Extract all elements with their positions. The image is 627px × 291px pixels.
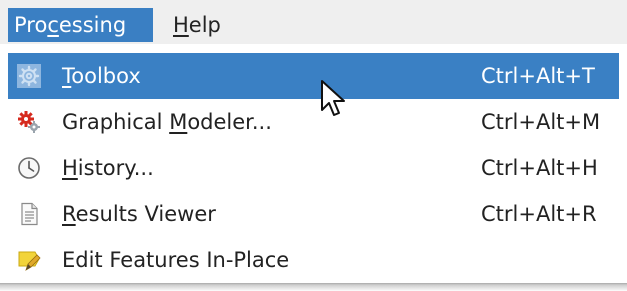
history-mnemonic: H <box>62 156 78 180</box>
menu-processing-post: essing <box>58 13 127 37</box>
results-viewer-label-rest: esults Viewer <box>75 202 216 226</box>
menu-processing-mnemonic: c <box>47 13 59 37</box>
toolbox-icon <box>17 64 41 88</box>
graphical-modeler-label-pre: Graphical <box>62 110 170 134</box>
menu-item-graphical-modeler-shortcut: Ctrl+Alt+M <box>481 110 601 134</box>
menu-item-edit-features-in-place[interactable]: Edit Features In-Place <box>8 237 619 283</box>
menu-item-results-viewer[interactable]: Results Viewer Ctrl+Alt+R <box>8 191 619 237</box>
graphical-modeler-mnemonic: M <box>169 110 188 134</box>
history-clock-icon <box>17 156 41 180</box>
menu-item-graphical-modeler[interactable]: Graphical Modeler... Ctrl+Alt+M <box>8 99 619 145</box>
menu-processing[interactable]: Processing <box>8 8 153 42</box>
menu-bottom-shadow <box>0 283 627 291</box>
results-viewer-icon <box>17 202 41 226</box>
menu-bar: Processing Help <box>0 0 627 44</box>
toolbox-mnemonic: T <box>62 64 72 88</box>
menu-item-history-label: History... <box>62 145 154 191</box>
menu-item-history-shortcut: Ctrl+Alt+H <box>481 156 598 180</box>
graphical-modeler-icon <box>17 110 41 134</box>
toolbox-label-rest: oolbox <box>71 64 141 88</box>
menu-item-results-viewer-shortcut: Ctrl+Alt+R <box>481 202 597 226</box>
menu-item-edit-features-in-place-label: Edit Features In-Place <box>62 248 290 272</box>
menu-item-toolbox[interactable]: Toolbox Ctrl+Alt+T <box>8 53 619 99</box>
mouse-pointer-icon <box>319 79 351 123</box>
menu-item-graphical-modeler-label: Graphical Modeler... <box>62 99 272 145</box>
results-viewer-mnemonic: R <box>62 202 76 226</box>
menu-help-mnemonic: H <box>173 13 189 37</box>
menu-help[interactable]: Help <box>166 8 236 42</box>
history-label-rest: istory... <box>77 156 154 180</box>
menu-item-results-viewer-label: Results Viewer <box>62 191 216 237</box>
menu-help-post: elp <box>188 13 221 37</box>
menu-item-toolbox-shortcut: Ctrl+Alt+T <box>481 64 595 88</box>
menu-item-history[interactable]: History... Ctrl+Alt+H <box>8 145 619 191</box>
menu-item-toolbox-label: Toolbox <box>62 53 141 99</box>
menu-processing-pre: Pro <box>14 13 48 37</box>
edit-in-place-icon <box>17 248 41 272</box>
graphical-modeler-label-rest: odeler... <box>187 110 272 134</box>
